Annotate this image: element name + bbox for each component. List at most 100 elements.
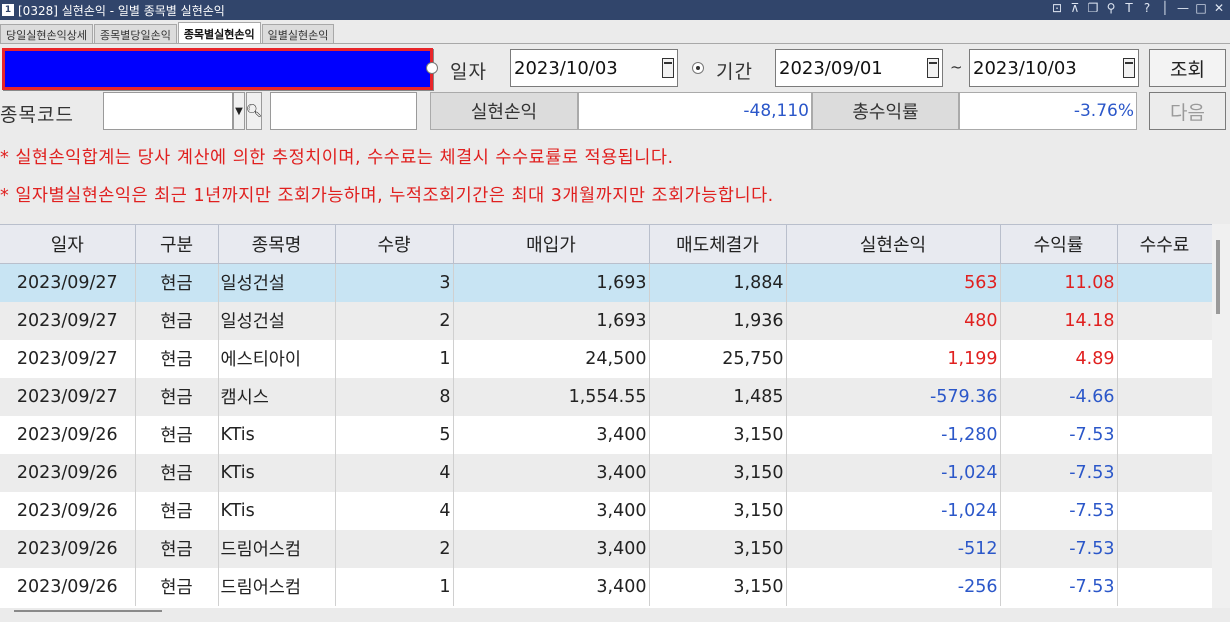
col-date[interactable]: 일자 [0,224,136,264]
cell-type: 현금 [135,415,219,454]
table-row[interactable]: 2023/09/27 현금 일성건설 3 1,693 1,884 563 11.… [0,263,1213,302]
cell-sell-price: 1,884 [649,263,787,302]
app-icon: 1 [2,4,14,16]
cell-quantity: 5 [335,415,454,454]
cell-buy-price: 3,400 [453,491,650,530]
chevron-down-icon[interactable]: ▼ [233,92,245,130]
tab-divider [0,43,1230,44]
stock-code-input[interactable] [103,92,233,130]
table-row[interactable]: 2023/09/27 현금 에스티아이 1 24,500 25,750 1,19… [0,339,1213,378]
col-buy-price[interactable]: 매입가 [453,224,650,264]
cell-fee [1117,263,1213,302]
cell-buy-price: 1,554.55 [453,377,650,416]
scroll-thumb[interactable] [14,610,162,612]
cell-sell-price: 3,150 [649,415,787,454]
cell-buy-price: 3,400 [453,529,650,568]
calendar-icon[interactable] [927,58,939,78]
cell-return: -7.53 [1000,567,1118,606]
realized-pl-label: 실현손익 [430,92,578,130]
col-type[interactable]: 구분 [135,224,219,264]
search-button[interactable]: 조회 [1149,49,1226,87]
date-radio[interactable] [426,62,438,74]
separator-icon: │ [1161,1,1169,15]
date-field[interactable]: 2023/10/03 [510,49,678,87]
period-to-value: 2023/10/03 [973,58,1077,79]
table-row[interactable]: 2023/09/26 현금 KTis 5 3,400 3,150 -1,280 … [0,415,1213,454]
window-title: [0328] 실현손익 - 일별 종목별 실현손익 [18,3,225,18]
tab-stock-daily[interactable]: 종목별당일손익 [93,24,177,44]
cell-quantity: 4 [335,453,454,492]
table-row[interactable]: 2023/09/26 현금 KTis 4 3,400 3,150 -1,024 … [0,453,1213,492]
col-fee[interactable]: 수수료 [1117,224,1213,264]
next-button[interactable]: 다음 [1149,92,1226,130]
period-from-field[interactable]: 2023/09/01 [775,49,943,87]
table-header: 일자 구분 종목명 수량 매입가 매도체결가 실현손익 수익률 수수료 [0,224,1213,264]
cell-quantity: 1 [335,567,454,606]
cell-quantity: 3 [335,263,454,302]
cell-date: 2023/09/26 [0,567,136,606]
pin-icon[interactable]: ⊼ [1068,1,1082,15]
calendar-icon[interactable] [662,58,674,78]
cell-date: 2023/09/26 [0,415,136,454]
cell-buy-price: 3,400 [453,567,650,606]
col-quantity[interactable]: 수량 [335,224,454,264]
col-stock-name[interactable]: 종목명 [218,224,336,264]
period-radio[interactable] [692,62,704,74]
cell-sell-price: 3,150 [649,567,787,606]
pin-top-icon[interactable]: ⚲ [1104,1,1118,15]
vertical-scrollbar[interactable] [1212,224,1230,608]
search-icon[interactable]: 🔍︎ [246,92,262,130]
link-icon[interactable]: ⊡ [1050,1,1064,15]
cell-quantity: 8 [335,377,454,416]
tab-stock-realized[interactable]: 종목별실현손익 [177,22,261,44]
table-row[interactable]: 2023/09/27 현금 캠시스 8 1,554.55 1,485 -579.… [0,377,1213,416]
cell-realized-pl: 1,199 [786,339,1001,378]
tab-daily-detail[interactable]: 당일실현손익상세 [0,24,93,44]
calendar-icon[interactable] [1123,58,1135,78]
restore-icon[interactable]: ❐ [1086,1,1100,15]
account-selector-redacted[interactable] [2,48,433,90]
cell-return: -7.53 [1000,415,1118,454]
horizontal-scrollbar[interactable] [0,608,1230,622]
cell-return: -7.53 [1000,491,1118,530]
cell-stock-name: 드림어스컴 [218,567,336,606]
cell-return: -4.66 [1000,377,1118,416]
cell-type: 현금 [135,377,219,416]
scroll-thumb[interactable] [1216,240,1220,314]
cell-quantity: 4 [335,491,454,530]
col-return[interactable]: 수익률 [1000,224,1118,264]
cell-fee [1117,567,1213,606]
col-sell-price[interactable]: 매도체결가 [649,224,787,264]
maximize-icon[interactable]: □ [1194,1,1208,15]
cell-stock-name: 드림어스컴 [218,529,336,568]
table-row[interactable]: 2023/09/27 현금 일성건설 2 1,693 1,936 480 14.… [0,301,1213,340]
notice-period-limit: * 일자별실현손익은 최근 1년까지만 조회가능하며, 누적조회기간은 최대 3… [0,186,774,206]
cell-sell-price: 25,750 [649,339,787,378]
stock-name-field [270,92,417,130]
cell-stock-name: KTis [218,453,336,492]
close-icon[interactable]: ✕ [1212,1,1226,15]
font-icon[interactable]: T [1122,1,1136,15]
table-row[interactable]: 2023/09/26 현금 KTis 4 3,400 3,150 -1,024 … [0,491,1213,530]
realized-pl-table: 일자 구분 종목명 수량 매입가 매도체결가 실현손익 수익률 수수료 2023… [0,224,1213,606]
minimize-icon[interactable]: — [1176,1,1190,15]
col-realized-pl[interactable]: 실현손익 [786,224,1001,264]
help-icon[interactable]: ? [1140,1,1154,15]
title-bar: 1 [0328] 실현손익 - 일별 종목별 실현손익 ⊡ ⊼ ❐ ⚲ T ? … [0,0,1230,20]
cell-type: 현금 [135,453,219,492]
cell-fee [1117,415,1213,454]
date-label: 일자 [450,61,487,83]
total-return-value: -3.76% [959,92,1137,130]
period-label: 기간 [716,61,753,83]
tab-daily-realized[interactable]: 일별실현손익 [261,24,335,44]
realized-pl-grid: 일자 구분 종목명 수량 매입가 매도체결가 실현손익 수익률 수수료 2023… [0,224,1230,608]
table-row[interactable]: 2023/09/26 현금 드림어스컴 1 3,400 3,150 -256 -… [0,567,1213,606]
cell-sell-price: 1,936 [649,301,787,340]
cell-quantity: 1 [335,339,454,378]
cell-return: -7.53 [1000,529,1118,568]
table-row[interactable]: 2023/09/26 현금 드림어스컴 2 3,400 3,150 -512 -… [0,529,1213,568]
cell-stock-name: 에스티아이 [218,339,336,378]
cell-return: 14.18 [1000,301,1118,340]
cell-realized-pl: 563 [786,263,1001,302]
period-to-field[interactable]: 2023/10/03 [969,49,1139,87]
